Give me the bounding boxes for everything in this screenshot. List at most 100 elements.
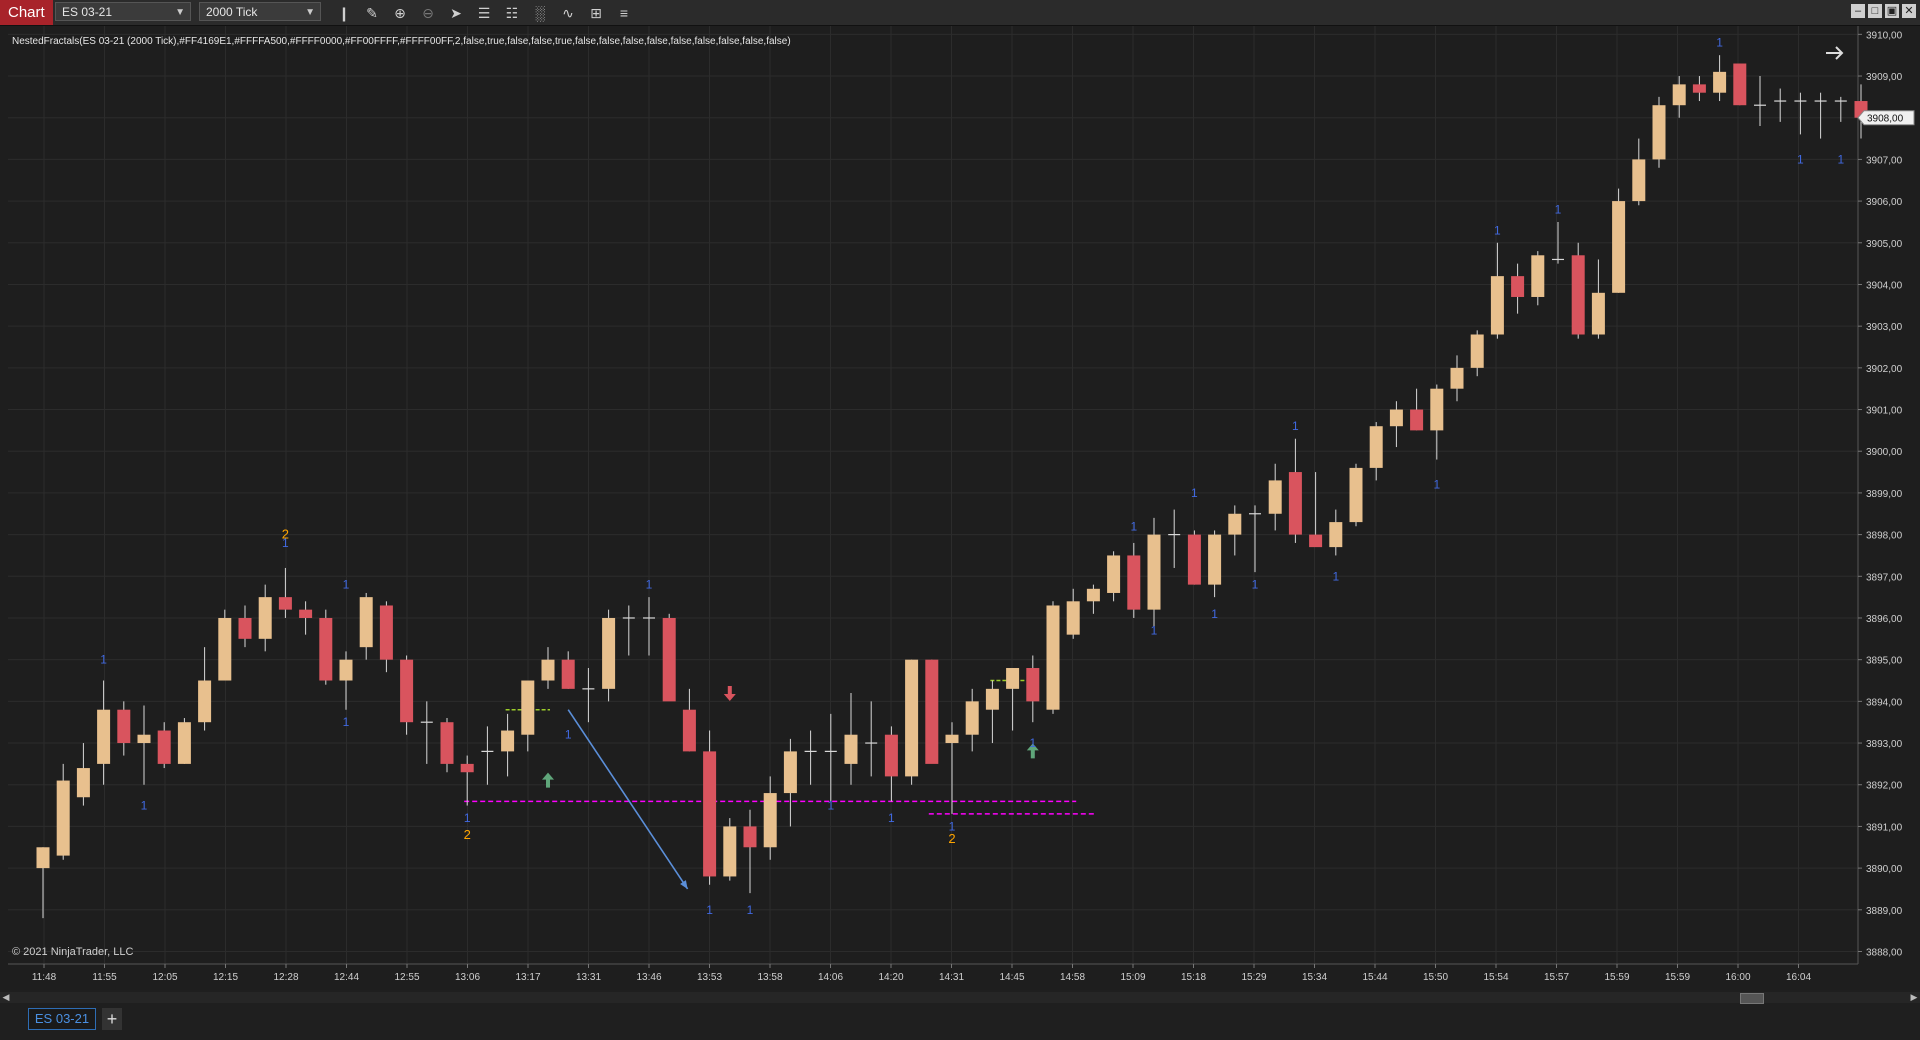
- fractal-label-1: 1: [646, 578, 653, 592]
- candle-up: [1086, 588, 1100, 602]
- current-price-label: 3908,00: [1867, 114, 1904, 125]
- price-chart[interactable]: 11121112111 111121111111111111 1 3910,0039…: [0, 26, 1920, 990]
- x-tick-label: 13:17: [515, 972, 540, 983]
- candle-up: [1672, 84, 1686, 106]
- candle-down: [884, 734, 898, 777]
- y-tick-label: 3901,00: [1866, 406, 1903, 417]
- add-tab-icon[interactable]: +: [102, 1008, 122, 1030]
- x-tick-label: 14:06: [818, 972, 843, 983]
- candle-up: [1470, 334, 1484, 368]
- fractal-label-1: 1: [343, 578, 350, 592]
- candle-up: [1450, 367, 1464, 389]
- toolbar-icons: ❙ ✎ ⊕ ⊖ ➤ ☰ ☷ ░ ∿ ⊞ ≡: [334, 3, 634, 23]
- candle-up: [1147, 534, 1161, 610]
- scroll-left-icon[interactable]: ◀: [0, 992, 12, 1003]
- y-tick-label: 3894,00: [1866, 697, 1903, 708]
- arrow-right-icon[interactable]: [1826, 46, 1844, 60]
- y-tick-label: 3891,00: [1866, 822, 1903, 833]
- fractal-label-1: 1: [1151, 623, 1158, 637]
- candle-up: [985, 688, 999, 710]
- candle-up: [1430, 388, 1444, 431]
- candle-up: [1268, 480, 1282, 514]
- close-icon[interactable]: ✕: [1902, 4, 1916, 18]
- pencil-icon[interactable]: ✎: [362, 3, 382, 23]
- bottom-bar: ◀ ▶ ES 03-21 +: [0, 990, 1920, 1040]
- candle-up: [521, 680, 535, 735]
- bar-type-value: 2000 Tick: [206, 5, 258, 19]
- x-tick-label: 12:55: [394, 972, 419, 983]
- candle-down: [299, 609, 313, 618]
- y-tick-label: 3906,00: [1866, 197, 1903, 208]
- x-tick-label: 13:53: [697, 972, 722, 983]
- restore-icon[interactable]: □: [1868, 4, 1882, 18]
- x-axis: 11:48 11:55 12:05 12:15 12:28 12:44 12:55 13:06…: [32, 964, 1811, 983]
- x-tick-label: 13:46: [636, 972, 661, 983]
- y-tick-label: 3892,00: [1866, 781, 1903, 792]
- x-tick-label: 12:05: [152, 972, 177, 983]
- candle-up: [76, 768, 90, 798]
- scroll-right-icon[interactable]: ▶: [1908, 992, 1920, 1003]
- pointer-icon[interactable]: ➤: [446, 3, 466, 23]
- bar-type-selector[interactable]: 2000 Tick ▼: [199, 2, 321, 21]
- candle-down: [460, 763, 474, 773]
- fractal-label-1: 1: [1292, 419, 1299, 433]
- down-arrow-icon: [723, 686, 736, 702]
- y-tick-label: 3903,00: [1866, 322, 1903, 333]
- candle-up: [905, 659, 919, 777]
- horizontal-scrollbar[interactable]: ◀ ▶: [0, 992, 1920, 1004]
- candle-up: [1208, 534, 1222, 585]
- candle-up: [1531, 255, 1545, 297]
- y-tick-label: 3889,00: [1866, 906, 1903, 917]
- scroll-thumb[interactable]: [1740, 993, 1764, 1004]
- x-tick-label: 15:18: [1181, 972, 1206, 983]
- fractal-label-1: 1: [1433, 478, 1440, 492]
- candle-down: [682, 709, 696, 752]
- bars-icon[interactable]: ❙: [334, 3, 354, 23]
- indicators-icon[interactable]: ∿: [558, 3, 578, 23]
- fractal-label-1: 1: [565, 728, 572, 742]
- candle-up: [783, 751, 797, 794]
- x-tick-label: 15:29: [1241, 972, 1266, 983]
- fractal-label-2: 2: [464, 827, 471, 842]
- candle-down: [238, 617, 252, 639]
- x-tick-label: 11:55: [92, 972, 117, 983]
- candle-up: [1389, 409, 1403, 427]
- x-tick-label: 11:48: [32, 972, 57, 983]
- y-tick-label: 3909,00: [1866, 72, 1903, 83]
- fractal-label-1: 1: [706, 903, 713, 917]
- window-buttons: ‒ □ ▣ ✕: [1851, 4, 1916, 18]
- candle-up: [602, 617, 616, 689]
- fractal-label-1: 1: [100, 653, 107, 667]
- strategies-icon[interactable]: ░: [530, 3, 550, 23]
- trend-arrow-line: [567, 709, 689, 890]
- fractal-label-1: 1: [1716, 36, 1723, 50]
- chevron-down-icon: ▼: [305, 7, 315, 18]
- x-tick-label: 13:58: [757, 972, 782, 983]
- list-icon[interactable]: ≡: [614, 3, 634, 23]
- x-tick-label: 13:06: [455, 972, 480, 983]
- y-tick-label: 3904,00: [1866, 280, 1903, 291]
- data-box-icon[interactable]: ⊞: [586, 3, 606, 23]
- zoom-out-icon[interactable]: ⊖: [418, 3, 438, 23]
- properties-icon[interactable]: ☰: [474, 3, 494, 23]
- x-tick-label: 15:44: [1362, 972, 1387, 983]
- candle-up: [1006, 668, 1020, 689]
- chart-toolbar: Chart ES 03-21 ▼ 2000 Tick ▼ ❙ ✎ ⊕ ⊖ ➤ ☰…: [0, 0, 1920, 26]
- fractal-label-1: 1: [1332, 569, 1339, 583]
- minimize-icon[interactable]: ‒: [1851, 4, 1865, 18]
- candle-up: [137, 734, 151, 744]
- y-tick-label: 3895,00: [1866, 656, 1903, 667]
- maximize-icon[interactable]: ▣: [1885, 4, 1899, 18]
- candle-up: [1713, 71, 1727, 93]
- candle-up: [258, 597, 272, 639]
- x-tick-label: 12:28: [273, 972, 298, 983]
- candle-up: [36, 847, 50, 869]
- zoom-in-icon[interactable]: ⊕: [390, 3, 410, 23]
- candle-down: [157, 730, 171, 764]
- instrument-selector[interactable]: ES 03-21 ▼: [55, 2, 191, 21]
- templates-icon[interactable]: ☷: [502, 3, 522, 23]
- chart-tab[interactable]: Chart: [0, 0, 53, 25]
- candle-down: [1511, 276, 1525, 297]
- x-tick-label: 15:34: [1302, 972, 1327, 983]
- instrument-tab[interactable]: ES 03-21: [28, 1008, 96, 1030]
